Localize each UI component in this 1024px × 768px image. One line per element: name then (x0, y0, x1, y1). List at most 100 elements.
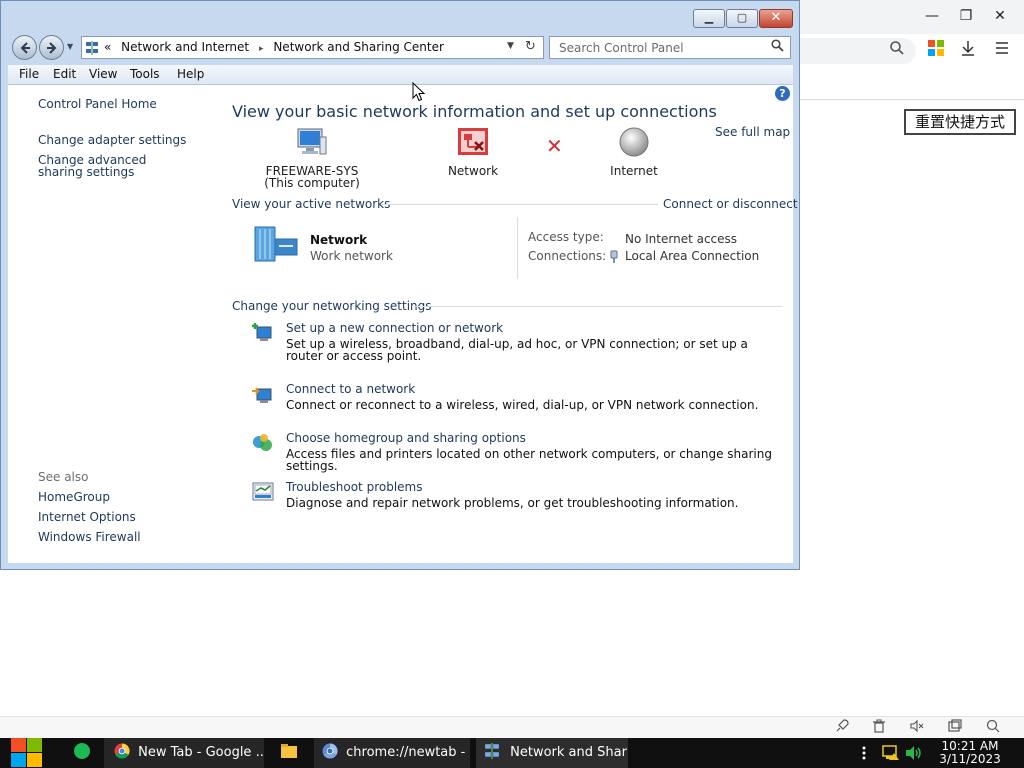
menu-tools[interactable]: Tools (130, 67, 160, 81)
browser-restore-button[interactable]: ❐ (956, 6, 976, 26)
address-chevron[interactable]: « (104, 40, 111, 54)
control-panel-home-link[interactable]: Control Panel Home (38, 98, 157, 110)
browser-menu-icon[interactable] (992, 40, 1012, 60)
change-advanced-sharing-link[interactable]: Change advanced sharing settings (38, 154, 188, 178)
vertical-divider (517, 217, 518, 279)
taskbar-label: New Tab - Google ... (138, 745, 264, 760)
breadcrumb-network-and-internet[interactable]: Network and Internet (121, 40, 249, 54)
breadcrumb-network-sharing-center[interactable]: Network and Sharing Center (273, 40, 444, 54)
change-adapter-settings-link[interactable]: Change adapter settings (38, 134, 186, 146)
rocket-icon[interactable] (833, 719, 851, 737)
disconnected-x-icon: ✕ (546, 134, 563, 158)
address-dropdown-icon[interactable]: ▼ (507, 41, 514, 51)
reset-shortcut-button[interactable]: 重置快捷方式 (904, 109, 1016, 135)
taskbar-label: Network and Sharin... (510, 745, 628, 760)
map-computer[interactable]: FREEWARE-SYS (This computer) (252, 127, 372, 189)
download-icon[interactable] (958, 40, 978, 60)
chromium-icon (322, 743, 338, 759)
network-warning-tray-icon[interactable] (882, 738, 900, 768)
internet-label: Internet (610, 164, 658, 178)
system-clock[interactable]: 10:21 AM 3/11/2023 (930, 740, 1010, 766)
menu-view[interactable]: View (89, 67, 117, 81)
ethernet-icon (610, 250, 618, 263)
setup-connection-desc: Set up a wireless, broadband, dial-up, a… (286, 337, 748, 363)
zoom-icon[interactable] (984, 719, 1002, 737)
menu-file[interactable]: File (19, 67, 39, 81)
see-also-heading: See also (38, 470, 89, 484)
recent-pages-dropdown-icon[interactable]: ▼ (67, 42, 73, 51)
setup-connection-link[interactable]: Set up a new connection or network (286, 321, 503, 335)
internet-options-link[interactable]: Internet Options (38, 511, 136, 523)
map-network[interactable]: Network (433, 127, 513, 177)
troubleshoot-link[interactable]: Troubleshoot problems (286, 480, 422, 494)
content-pane: ? Control Panel Home Change adapter sett… (8, 85, 798, 563)
browser-minimize-button[interactable]: — (922, 6, 942, 26)
computer-icon (297, 128, 327, 155)
homegroup-sharing-link[interactable]: Choose homegroup and sharing options (286, 431, 526, 445)
connect-to-network-desc: Connect or reconnect to a wireless, wire… (286, 398, 759, 412)
connect-disconnect-link[interactable]: Connect or disconnect (663, 197, 798, 211)
tray-overflow-icon[interactable] (862, 738, 872, 768)
taskbar-network-sharing[interactable]: Network and Sharin... (476, 738, 628, 768)
help-icon[interactable]: ? (775, 86, 790, 101)
taskbar: New Tab - Google ... chrome://newtab - .… (0, 738, 1024, 768)
local-area-connection-link[interactable]: Local Area Connection (625, 249, 759, 263)
globe-icon (619, 127, 649, 157)
minimize-button[interactable]: ▁ (693, 9, 725, 28)
computer-sub: (This computer) (264, 176, 360, 190)
taskbar-chrome-newtab-2[interactable]: chrome://newtab - ... (314, 738, 470, 768)
window-icon[interactable] (946, 719, 964, 737)
homegroup-icon (253, 434, 272, 451)
mouse-cursor-icon (412, 82, 426, 102)
breadcrumb-separator[interactable]: ▸ (259, 44, 264, 54)
browser-titlebar: — ❐ ✕ (800, 0, 1024, 34)
chrome-icon (114, 743, 130, 759)
volume-icon[interactable] (905, 738, 923, 768)
search-input[interactable]: Search Control Panel (559, 41, 684, 55)
see-full-map-link[interactable]: See full map (715, 125, 790, 139)
mute-icon[interactable] (908, 719, 926, 737)
connect-network-icon (252, 387, 272, 403)
networking-settings-heading: Change your networking settings (232, 299, 432, 313)
start-button[interactable] (10, 738, 44, 768)
address-bar[interactable]: « Network and Internet ▸ Network and Sha… (81, 36, 544, 59)
work-network-icon (254, 226, 298, 262)
divider (414, 306, 782, 307)
forward-button[interactable] (39, 35, 64, 60)
taskbar-file-explorer[interactable] (272, 738, 306, 768)
window-controls: ▁ ▢ ✕ (693, 9, 794, 28)
access-type-value: No Internet access (625, 232, 738, 246)
homegroup-sharing-desc: Access files and printers located on oth… (286, 447, 772, 473)
troubleshoot-desc: Diagnose and repair network problems, or… (286, 496, 739, 510)
search-icon[interactable] (771, 39, 784, 56)
browser-bottom-bar (0, 716, 1024, 738)
active-networks-heading: View your active networks (232, 197, 391, 211)
map-internet[interactable]: Internet (594, 127, 674, 177)
folder-icon (281, 744, 297, 758)
maximize-button[interactable]: ▢ (726, 9, 758, 28)
browser-search-icon[interactable] (887, 40, 907, 60)
homegroup-link[interactable]: HomeGroup (38, 491, 110, 503)
connect-to-network-link[interactable]: Connect to a network (286, 382, 415, 396)
taskbar-chrome-newtab[interactable]: New Tab - Google ... (104, 738, 264, 768)
network-center-icon (485, 743, 499, 759)
network-warning-icon (458, 128, 488, 155)
microsoft-logo-icon[interactable] (926, 40, 946, 60)
taskbar-spotify[interactable] (64, 738, 98, 768)
new-connection-icon (252, 323, 272, 341)
refresh-icon[interactable]: ↻ (525, 39, 536, 54)
menu-bar: File Edit View Tools Help (8, 65, 793, 85)
troubleshoot-icon (252, 482, 274, 501)
browser-close-button[interactable]: ✕ (990, 6, 1010, 26)
active-network-type-link[interactable]: Work network (310, 249, 393, 263)
clock-date: 3/11/2023 (939, 752, 1001, 766)
menu-edit[interactable]: Edit (53, 67, 76, 81)
close-button[interactable]: ✕ (759, 9, 793, 28)
menu-help[interactable]: Help (177, 67, 204, 81)
back-button[interactable] (12, 35, 37, 60)
network-label: Network (447, 164, 499, 178)
search-box[interactable]: Search Control Panel (549, 36, 791, 59)
windows-firewall-link[interactable]: Windows Firewall (38, 531, 141, 543)
page-title: View your basic network information and … (232, 102, 717, 121)
trash-icon[interactable] (870, 719, 888, 737)
